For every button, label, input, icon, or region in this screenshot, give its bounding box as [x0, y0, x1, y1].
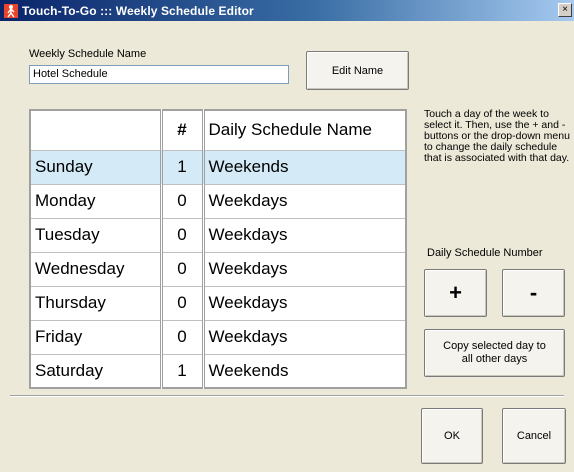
day-cell[interactable]: Thursday [29, 285, 163, 321]
day-cell[interactable]: Tuesday [29, 217, 163, 253]
table-row-saturday[interactable]: Saturday 1 Weekends [29, 353, 407, 389]
number-cell[interactable]: 0 [160, 251, 205, 287]
day-cell[interactable]: Monday [29, 183, 163, 219]
number-cell[interactable]: 0 [160, 319, 205, 355]
schedule-name-cell[interactable]: Weekends [202, 353, 407, 389]
table-row-thursday[interactable]: Thursday 0 Weekdays [29, 285, 407, 321]
copy-to-all-days-button[interactable]: Copy selected day to all other days [424, 329, 565, 377]
weekly-schedule-name-label: Weekly Schedule Name [29, 48, 147, 60]
column-header-daily-schedule-name: Daily Schedule Name [202, 109, 407, 151]
table-row-tuesday[interactable]: Tuesday 0 Weekdays [29, 217, 407, 253]
table-row-sunday[interactable]: Sunday 1 Weekends [29, 149, 407, 185]
divider [10, 395, 564, 397]
number-cell[interactable]: 1 [160, 149, 205, 185]
decrement-button[interactable]: - [502, 269, 565, 317]
day-cell[interactable]: Friday [29, 319, 163, 355]
day-cell[interactable]: Wednesday [29, 251, 163, 287]
schedule-table: # Daily Schedule Name Sunday 1 Weekends … [29, 109, 407, 389]
column-header-number: # [160, 109, 205, 151]
schedule-name-cell[interactable]: Weekdays [202, 285, 407, 321]
app-icon [4, 3, 18, 18]
instructions-text: Touch a day of the week to select it. Th… [424, 108, 570, 164]
edit-name-button[interactable]: Edit Name [306, 51, 409, 90]
schedule-name-cell[interactable]: Weekdays [202, 251, 407, 287]
number-cell[interactable]: 0 [160, 285, 205, 321]
schedule-name-cell[interactable]: Weekdays [202, 217, 407, 253]
title-bar: Touch-To-Go ::: Weekly Schedule Editor × [0, 0, 574, 21]
number-cell[interactable]: 0 [160, 217, 205, 253]
close-button[interactable]: × [558, 3, 572, 17]
column-header-day [29, 109, 163, 151]
schedule-name-cell[interactable]: Weekdays [202, 183, 407, 219]
table-row-friday[interactable]: Friday 0 Weekdays [29, 319, 407, 355]
increment-button[interactable]: + [424, 269, 487, 317]
day-cell[interactable]: Saturday [29, 353, 163, 389]
ok-button[interactable]: OK [421, 408, 483, 464]
number-cell[interactable]: 0 [160, 183, 205, 219]
schedule-name-cell[interactable]: Weekends [202, 149, 407, 185]
weekly-schedule-name-field[interactable]: Hotel Schedule [29, 65, 289, 84]
table-row-wednesday[interactable]: Wednesday 0 Weekdays [29, 251, 407, 287]
daily-schedule-number-label: Daily Schedule Number [427, 247, 543, 259]
number-cell[interactable]: 1 [160, 353, 205, 389]
schedule-name-cell[interactable]: Weekdays [202, 319, 407, 355]
cancel-button[interactable]: Cancel [502, 408, 566, 464]
day-cell[interactable]: Sunday [29, 149, 163, 185]
table-header-row: # Daily Schedule Name [29, 109, 407, 151]
dialog-body: Weekly Schedule Name Hotel Schedule Edit… [0, 21, 574, 472]
table-row-monday[interactable]: Monday 0 Weekdays [29, 183, 407, 219]
window-title: Touch-To-Go ::: Weekly Schedule Editor [22, 3, 254, 18]
